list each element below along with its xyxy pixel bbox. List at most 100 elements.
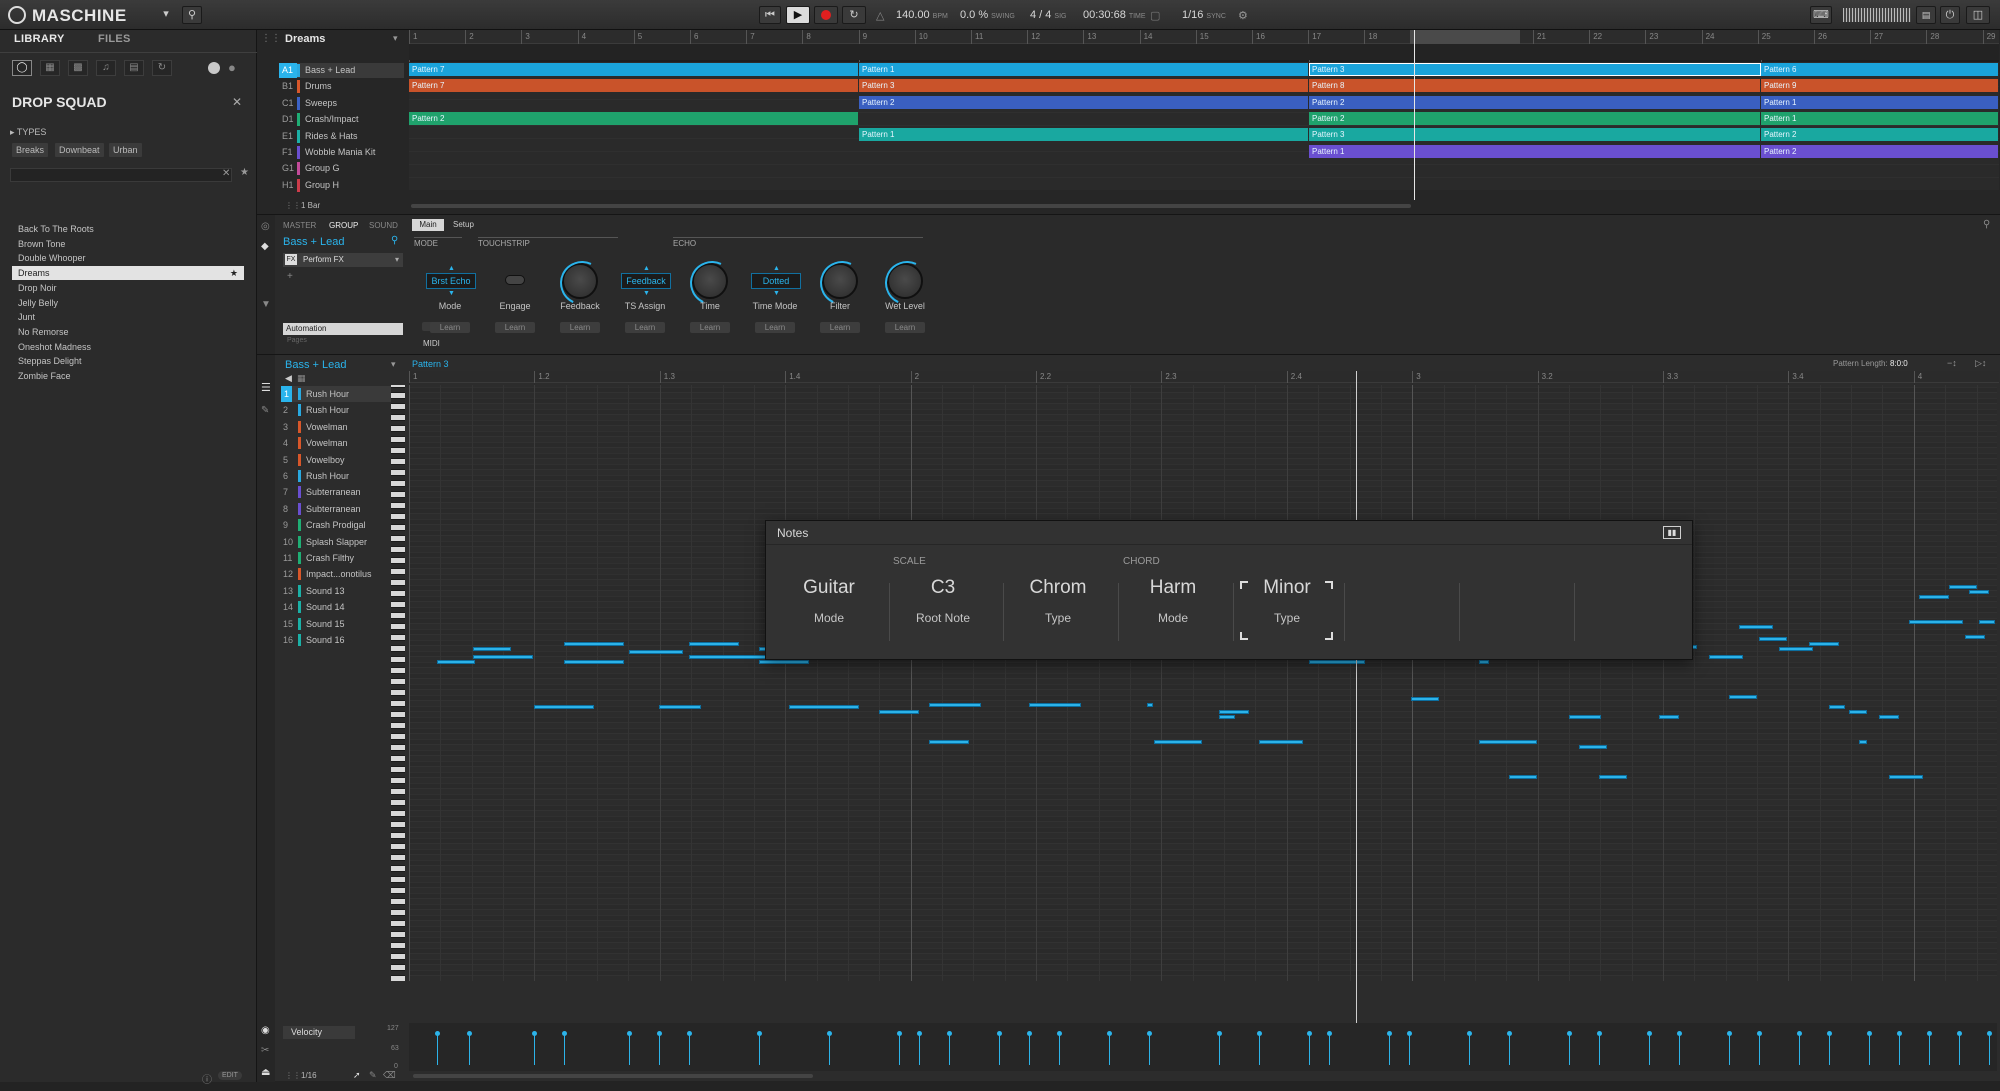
velocity-bar[interactable] [827,1031,832,1065]
param-value-5[interactable]: Dotted [751,273,801,289]
velocity-bar[interactable] [947,1031,952,1065]
fx-menu-icon[interactable]: ▾ [395,253,399,267]
pattern-scrollbar[interactable] [413,1074,813,1078]
midi-note[interactable] [1909,620,1963,624]
cut-icon[interactable]: ✂ [261,1045,269,1056]
midi-note[interactable] [1659,715,1679,719]
project-name[interactable]: Dreams [285,33,325,45]
tab-files[interactable]: FILES [98,33,131,51]
midi-note[interactable] [1479,660,1489,664]
learn-button[interactable]: Learn [495,322,535,333]
tab-setup[interactable]: Setup [453,219,474,231]
velocity-bar[interactable] [1647,1031,1652,1065]
library-item[interactable]: Jelly Belly [12,296,244,310]
arranger-grip-icon[interactable]: ⋮⋮ [261,33,281,44]
info-icon[interactable]: ⓘ [202,1071,212,1086]
midi-note[interactable] [1849,710,1867,714]
midi-note[interactable] [1259,740,1303,744]
library-item[interactable]: Back To The Roots [12,222,244,236]
library-item[interactable]: Drop Noir [12,281,244,295]
param-arrow-down-icon[interactable]: ▼ [643,290,650,297]
param-knob-time[interactable] [692,263,728,299]
fx-slot[interactable]: FX Perform FX ▾ [283,253,403,267]
midi-note[interactable] [1411,697,1439,701]
learn-button[interactable]: Learn [885,322,925,333]
midi-note[interactable] [1479,740,1537,744]
arranger-clip[interactable]: Pattern 1 [1309,144,1760,158]
sound-slot-7[interactable]: 7 Subterranean [281,484,391,500]
param-arrow-up-icon[interactable]: ▲ [643,265,650,272]
midi-note[interactable] [689,642,739,646]
midi-note[interactable] [1879,715,1899,719]
loop-filter-icon[interactable]: ↻ [152,60,172,76]
midi-note[interactable] [929,703,981,707]
arranger-scrollbar[interactable] [411,204,1411,208]
group-row-f1[interactable]: F1 Wobble Mania Kit [279,145,404,160]
param-arrow-up-icon[interactable]: ▲ [448,265,455,272]
midi-note[interactable] [1739,625,1773,629]
swing-display[interactable]: 0.0 % SWING [960,9,1015,21]
notes-cell-1[interactable]: C3 Root Note [888,577,998,625]
group-row-d1[interactable]: D1 Crash/Impact [279,112,404,127]
midi-note[interactable] [1599,775,1627,779]
library-item[interactable]: No Remorse [12,325,244,339]
midi-note[interactable] [1759,637,1787,641]
midi-note[interactable] [473,655,533,659]
sound-slot-9[interactable]: 9 Crash Prodigal [281,517,391,533]
sound-slot-12[interactable]: 12 Impact...onotilus [281,566,391,582]
midi-note[interactable] [564,642,624,646]
sound-slot-11[interactable]: 11 Crash Filthy [281,550,391,566]
power-icon[interactable]: ⏻ [1940,6,1960,24]
record-button[interactable] [814,6,838,24]
midi-note[interactable] [759,660,809,664]
favorites-icon[interactable]: ★ [240,167,249,178]
learn-button[interactable]: Learn [820,322,860,333]
clip-area[interactable]: Pattern 7 Pattern 1 Pattern 3 Pattern 6 Patt… [409,62,1999,190]
arranger-clip[interactable]: Pattern 2 [859,95,1308,109]
tab-library[interactable]: LIBRARY [14,33,65,51]
automation-field[interactable]: Automation [283,323,403,335]
arranger-clip[interactable]: Pattern 3 [1309,128,1760,142]
velocity-bar[interactable] [687,1031,692,1065]
arranger-clip[interactable]: Pattern 1 [1761,95,1998,109]
velocity-bar[interactable] [1867,1031,1872,1065]
midi-note[interactable] [1729,695,1757,699]
library-item[interactable]: Zombie Face [12,369,244,383]
loop-button[interactable]: ↻ [842,6,866,24]
arranger-clip[interactable]: Pattern 2 [409,111,858,125]
pattern-group-menu-icon[interactable]: ▾ [391,359,396,370]
velocity-bar[interactable] [1987,1031,1992,1065]
midi-note[interactable] [534,705,594,709]
follow-icon[interactable]: ▢ [1150,9,1160,22]
sound-slot-3[interactable]: 3 Vowelman [281,419,391,435]
midi-note[interactable] [659,705,701,709]
play-button[interactable]: ▶ [786,6,810,24]
loop-range[interactable] [1410,30,1520,44]
velocity-bar[interactable] [1597,1031,1602,1065]
arranger-clip[interactable]: Pattern 1 [859,128,1308,142]
arranger-ruler[interactable]: 1234567891011121314151617181920212223242… [409,30,1999,44]
velocity-bar[interactable] [1327,1031,1332,1065]
tab-group[interactable]: GROUP [329,221,358,230]
pattern-group-name[interactable]: Bass + Lead [285,359,346,371]
effect-filter-icon[interactable]: ▤ [124,60,144,76]
learn-button[interactable]: Learn [560,322,600,333]
library-item[interactable]: Dreams ★ [12,266,244,281]
arranger-clip[interactable]: Pattern 6 [1761,63,1998,76]
sound-slot-4[interactable]: 4 Vowelman [281,435,391,451]
velocity-bar[interactable] [1957,1031,1962,1065]
velocity-bar[interactable] [1307,1031,1312,1065]
eject-icon[interactable]: ⏏ [261,1067,270,1078]
bar-grid-icon[interactable]: ⋮⋮ [285,201,301,210]
velocity-bar[interactable] [1407,1031,1412,1065]
param-knob-wet-level[interactable] [887,263,923,299]
quantize-display[interactable]: 1/16 SYNC [1182,9,1226,21]
library-item[interactable]: Double Whooper [12,251,244,265]
velocity-label[interactable]: Velocity [283,1026,355,1039]
midi-note[interactable] [1219,710,1249,714]
group-row-b1[interactable]: B1 Drums [279,79,404,94]
sound-view-icon[interactable]: ▦ [297,373,306,384]
piano-keys[interactable] [391,385,405,981]
velocity-lane[interactable] [409,1023,1997,1071]
midi-note[interactable] [879,710,919,714]
